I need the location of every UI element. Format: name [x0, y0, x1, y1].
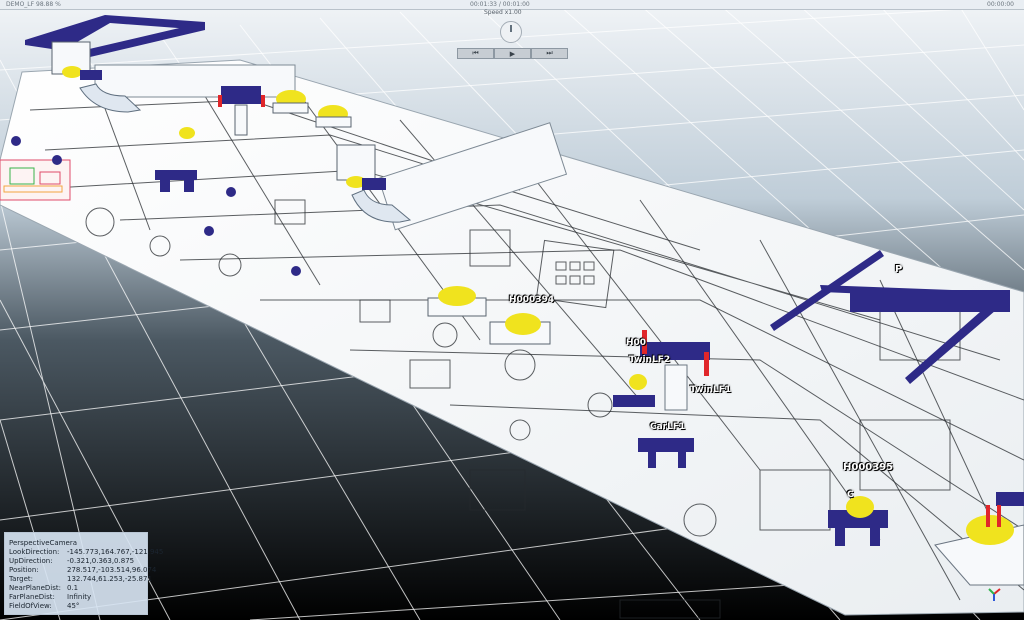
camera-value: 0.1 — [67, 584, 79, 592]
label-twinlf2: TwinLF2 — [629, 355, 671, 365]
label-h000394: H000394 — [509, 295, 555, 305]
camera-title: PerspectiveCamera — [9, 539, 78, 547]
simulation-status-readout: DEMO_LF 98.88 % — [6, 1, 61, 8]
camera-key: UpDirection: — [9, 557, 53, 565]
rewind-icon: ⏮ — [472, 49, 479, 57]
schematic-block — [0, 159, 71, 201]
label-h000395: H000395 — [843, 462, 894, 473]
camera-info-panel: PerspectiveCamera LookDirection: -145.77… — [4, 532, 163, 615]
camera-key: LookDirection: — [9, 548, 60, 556]
fast-forward-icon: ⏭ — [546, 49, 553, 57]
label-carlf1: CarLF1 — [650, 422, 686, 432]
label-c: C — [847, 490, 854, 500]
simulation-time-readout: 00:01:33 / 00:01:00 — [470, 1, 530, 8]
3d-scene-viewport[interactable] — [0, 0, 1024, 620]
camera-key: FarPlaneDist: — [9, 593, 55, 601]
axis-orientation-icon — [988, 588, 1001, 601]
rewind-button[interactable]: ⏮ — [457, 48, 494, 59]
camera-value: Infinity — [67, 593, 92, 601]
camera-value: 45° — [67, 602, 80, 610]
label-h00: H00 — [626, 338, 647, 348]
label-p: P — [895, 264, 903, 275]
label-twinlf1: TwinLF1 — [690, 385, 732, 395]
speed-dial-control[interactable] — [500, 21, 522, 43]
camera-value: 278.517,-103.514,96.074 — [67, 566, 157, 574]
camera-key: Position: — [9, 566, 39, 574]
speed-label: Speed x1.00 — [484, 9, 522, 16]
camera-key: FieldOfView: — [9, 602, 52, 610]
camera-value: -0.321,0.363,0.875 — [67, 557, 135, 565]
fast-forward-button[interactable]: ⏭ — [531, 48, 568, 59]
camera-value: -145.773,164.767,-121.945 — [67, 548, 164, 556]
camera-key: NearPlaneDist: — [9, 584, 61, 592]
play-icon: ▶ — [509, 49, 516, 58]
camera-value: 132.744,61.253,-25.871 — [67, 575, 152, 583]
camera-key: Target: — [9, 575, 34, 583]
play-button[interactable]: ▶ — [494, 48, 531, 59]
elapsed-time-readout: 00:00:00 — [987, 1, 1014, 8]
